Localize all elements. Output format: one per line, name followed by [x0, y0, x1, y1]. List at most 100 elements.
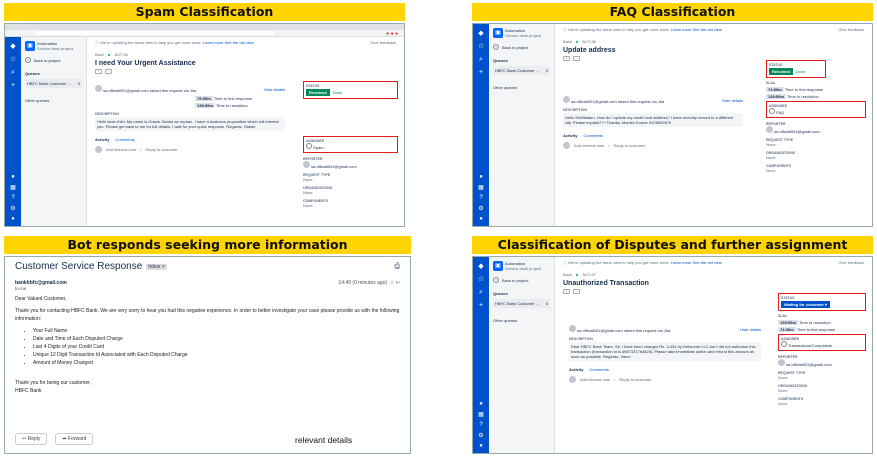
reply-to-customer[interactable]: Reply to customer [619, 377, 651, 382]
assignee-value[interactable]: Transactions/Complaints [788, 343, 832, 348]
help-icon[interactable]: ? [473, 422, 489, 428]
status-button[interactable]: Resolved [306, 89, 330, 96]
queue-item[interactable]: HBFC Bank Customer ... 0 [25, 79, 82, 88]
learn-more-link[interactable]: Learn more [671, 27, 691, 32]
reply-icon[interactable]: ↩ [396, 280, 400, 286]
jira-logo-icon[interactable]: ◆ [473, 263, 489, 270]
comments-dropdown[interactable]: Comments [589, 367, 608, 372]
hide-details-link[interactable]: Hide details [264, 87, 285, 92]
other-queues-link[interactable]: Other queues [493, 85, 550, 90]
crumb-back[interactable]: Back [563, 272, 572, 277]
reporter-email[interactable]: sa.official001@gmail.com [311, 164, 357, 169]
settings-icon[interactable]: ⚙ [473, 432, 489, 439]
forward-button[interactable]: ➦ Forward [55, 433, 94, 445]
plus-icon[interactable]: + [473, 302, 489, 309]
star-icon[interactable]: ☆ [390, 280, 394, 286]
hide-details-link[interactable]: Hide details [722, 98, 743, 103]
description-text[interactable]: Dear HBFC Bank Team, Sir, I have been ch… [569, 342, 761, 361]
issue-title[interactable]: Update address [563, 47, 864, 54]
avatar[interactable]: ● [473, 216, 489, 222]
help-icon[interactable]: ? [5, 195, 21, 201]
add-internal-note[interactable]: Add internal note [574, 143, 604, 148]
search-icon[interactable]: ⌕ [473, 289, 489, 296]
reply-to-customer[interactable]: Reply to customer [613, 143, 645, 148]
plus-icon[interactable]: + [473, 69, 489, 76]
add-internal-note[interactable]: Add internal note [580, 377, 610, 382]
notification-icon[interactable]: ● [473, 401, 489, 407]
organizations-value[interactable]: None [778, 388, 866, 393]
back-to-project-link[interactable]: ‹ Back to project [493, 277, 550, 283]
hide-details-link[interactable]: Hide details [740, 327, 761, 332]
issue-title[interactable]: I need Your Urgent Assistance [95, 60, 396, 67]
description-text[interactable]: Hello Sir/Madam, How do I update my cred… [563, 113, 743, 127]
status-button[interactable]: Resolved [769, 68, 793, 75]
search-icon[interactable]: ⌕ [473, 56, 489, 63]
apps-icon[interactable]: ▦ [5, 184, 21, 191]
jira-logo-icon[interactable]: ◆ [473, 30, 489, 37]
give-feedback-button[interactable]: Give feedback [838, 27, 864, 33]
more-icon[interactable]: … [573, 56, 580, 61]
plus-icon[interactable]: + [5, 82, 21, 89]
request-type-value[interactable]: None [766, 142, 866, 147]
request-type-value[interactable]: None [778, 375, 866, 380]
queue-item[interactable]: HBFC Bank Customer ... 0 [493, 299, 550, 308]
star-icon[interactable]: ☆ [473, 276, 489, 283]
assignee-value[interactable]: FAQ [776, 110, 784, 115]
components-value[interactable]: None [766, 168, 866, 173]
learn-more-link[interactable]: Learn more [671, 260, 691, 265]
issue-key[interactable]: AUT-95 [114, 52, 128, 57]
components-value[interactable]: None [303, 203, 398, 208]
star-icon[interactable]: ☆ [473, 43, 489, 50]
old-view-link[interactable]: See the old view [692, 27, 721, 32]
other-queues-link[interactable]: Other queues [25, 98, 82, 103]
notification-icon[interactable]: ● [5, 174, 21, 180]
give-feedback-button[interactable]: Give feedback [838, 260, 864, 266]
add-internal-note[interactable]: Add internal note [106, 147, 136, 152]
avatar[interactable]: ● [5, 216, 21, 222]
browser-url-bar[interactable]: ● ● ● [5, 30, 404, 37]
issue-title[interactable]: Unauthorized Transaction [563, 280, 864, 287]
crumb-back[interactable]: Back [95, 52, 104, 57]
reply-button[interactable]: ↩ Reply [15, 433, 48, 445]
attach-icon[interactable]: ⌇ [563, 289, 570, 294]
print-icon[interactable]: ⎙ [394, 263, 400, 271]
comments-dropdown[interactable]: Comments [583, 133, 602, 138]
avatar[interactable]: ● [473, 443, 489, 449]
description-text[interactable]: Hello dear child, My name is Gracie Okaf… [95, 117, 285, 131]
jira-logo-icon[interactable]: ◆ [5, 43, 21, 50]
queue-item[interactable]: HBFC Bank Customer ... 0 [493, 66, 550, 75]
organizations-value[interactable]: None [766, 155, 866, 160]
comments-dropdown[interactable]: Comments [115, 137, 134, 142]
more-icon[interactable]: … [573, 289, 580, 294]
star-icon[interactable]: ☆ [5, 56, 21, 63]
old-view-link[interactable]: See the old view [692, 260, 721, 265]
back-to-project-link[interactable]: ‹ Back to project [493, 44, 550, 50]
give-feedback-button[interactable]: Give feedback [370, 40, 396, 46]
organizations-value[interactable]: None [303, 190, 398, 195]
reporter-email[interactable]: sa.official001@gmail.com [774, 129, 820, 134]
assignee-value[interactable]: Spam [313, 145, 323, 150]
settings-icon[interactable]: ⚙ [473, 205, 489, 212]
learn-more-link[interactable]: Learn more [203, 40, 223, 45]
help-icon[interactable]: ? [473, 195, 489, 201]
recipient-line[interactable]: to me [15, 286, 400, 291]
reporter-email[interactable]: sa.official001@gmail.com [786, 362, 832, 367]
crumb-back[interactable]: Back [563, 39, 572, 44]
attach-icon[interactable]: ⌇ [563, 56, 570, 61]
settings-icon[interactable]: ⚙ [5, 205, 21, 212]
notification-icon[interactable]: ● [473, 174, 489, 180]
other-queues-link[interactable]: Other queues [493, 318, 550, 323]
apps-icon[interactable]: ▦ [473, 184, 489, 191]
issue-key[interactable]: AUT-96 [582, 39, 596, 44]
request-type-value[interactable]: None [303, 177, 398, 182]
reply-to-customer[interactable]: Reply to customer [145, 147, 177, 152]
inbox-label[interactable]: Inbox × [146, 263, 167, 270]
old-view-link[interactable]: See the old view [224, 40, 253, 45]
back-to-project-link[interactable]: ‹ Back to project [25, 57, 82, 63]
issue-key[interactable]: AUT-97 [582, 272, 596, 277]
more-icon[interactable]: … [105, 69, 112, 74]
components-value[interactable]: None [778, 401, 866, 406]
status-button[interactable]: Waiting for customer ▾ [781, 301, 830, 308]
attach-icon[interactable]: ⌇ [95, 69, 102, 74]
search-icon[interactable]: ⌕ [5, 69, 21, 76]
